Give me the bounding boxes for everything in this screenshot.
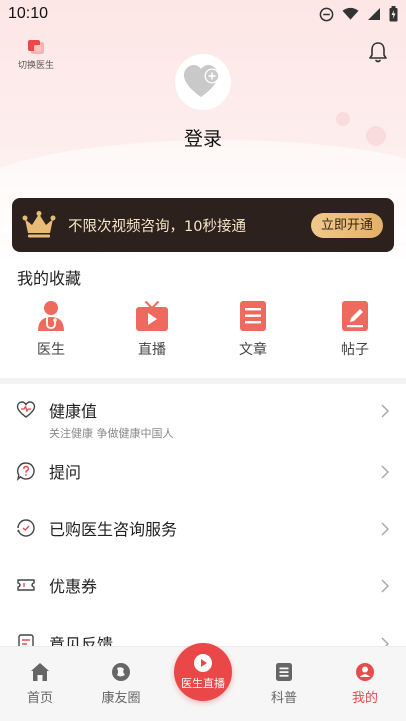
- tab-label: 康友圈: [101, 691, 141, 706]
- switch-doctor-button[interactable]: 切换医生: [14, 38, 58, 71]
- chevron-right-icon: [381, 522, 390, 536]
- vip-open-button[interactable]: 立即开通: [311, 213, 383, 238]
- heart-icon: [16, 401, 36, 418]
- doctor-live-label: 医生直播: [181, 677, 225, 690]
- favorites-title: 我的收藏: [17, 269, 82, 288]
- menu-item-health-value[interactable]: 健康值 关注健康 争做健康中国人: [0, 387, 406, 440]
- community-icon: [112, 663, 130, 681]
- tab-label: 首页: [26, 691, 53, 706]
- heart-plus-icon: [184, 65, 220, 97]
- tab-home[interactable]: 首页: [5, 647, 75, 721]
- chevron-right-icon: [381, 465, 390, 479]
- switch-doctor-icon: [25, 38, 47, 56]
- do-not-disturb-icon: [319, 7, 334, 21]
- vip-banner[interactable]: 不限次视频咨询，10秒接通 立即开通: [12, 198, 394, 252]
- favorite-post-label: 帖子: [341, 342, 369, 358]
- chevron-right-icon: [381, 579, 390, 593]
- consult-icon: [17, 519, 35, 537]
- science-icon: [276, 663, 292, 681]
- tab-science[interactable]: 科普: [249, 647, 319, 721]
- article-icon: [240, 301, 266, 331]
- menu-item-ask-question[interactable]: 提问: [0, 448, 406, 496]
- menu-item-purchased-consultations[interactable]: 已购医生咨询服务: [0, 505, 406, 553]
- favorite-article-label: 文章: [239, 342, 267, 358]
- play-circle-icon: [194, 654, 212, 672]
- favorite-post[interactable]: 帖子: [320, 300, 390, 359]
- menu-item-coupons[interactable]: 优惠券: [0, 562, 406, 610]
- tab-label: 我的: [351, 691, 378, 706]
- coupon-icon: [17, 579, 35, 591]
- status-time: 10:10: [8, 5, 49, 22]
- tab-profile[interactable]: 我的: [330, 647, 400, 721]
- notification-bell-icon[interactable]: [366, 40, 390, 64]
- favorite-article[interactable]: 文章: [218, 300, 288, 359]
- status-bar: 10:10: [0, 0, 406, 28]
- profile-icon: [356, 663, 374, 681]
- status-icons: [319, 6, 398, 22]
- tab-label: 科普: [270, 691, 297, 706]
- doctor-icon: [38, 301, 64, 331]
- live-tv-icon: [136, 301, 168, 331]
- doctor-live-button[interactable]: 医生直播: [174, 643, 232, 701]
- tab-community[interactable]: 康友圈: [86, 647, 156, 721]
- section-divider: [0, 378, 406, 384]
- favorite-doctor[interactable]: 医生: [16, 300, 86, 359]
- menu-sublabel: 关注健康 争做健康中国人: [49, 427, 174, 440]
- switch-doctor-label: 切换医生: [17, 61, 54, 71]
- wifi-icon: [342, 7, 359, 20]
- crown-icon: [22, 211, 56, 238]
- cellular-signal-icon: [368, 8, 380, 20]
- post-icon: [342, 301, 368, 331]
- menu-label: 健康值: [49, 402, 98, 421]
- vip-banner-text: 不限次视频咨询，10秒接通: [68, 219, 246, 235]
- user-avatar[interactable]: [175, 54, 231, 110]
- home-icon: [31, 663, 49, 681]
- favorite-live[interactable]: 直播: [117, 300, 187, 359]
- favorite-doctor-label: 医生: [37, 342, 65, 358]
- menu-label: 优惠券: [49, 577, 98, 596]
- favorites-row: 医生 直播 文章 帖子: [0, 300, 406, 364]
- favorite-live-label: 直播: [138, 342, 166, 358]
- menu-label: 提问: [49, 463, 82, 482]
- chevron-right-icon: [381, 404, 390, 418]
- question-icon: [16, 462, 35, 481]
- login-link[interactable]: 登录: [0, 124, 406, 151]
- menu-label: 已购医生咨询服务: [49, 520, 178, 539]
- battery-icon: [389, 6, 398, 22]
